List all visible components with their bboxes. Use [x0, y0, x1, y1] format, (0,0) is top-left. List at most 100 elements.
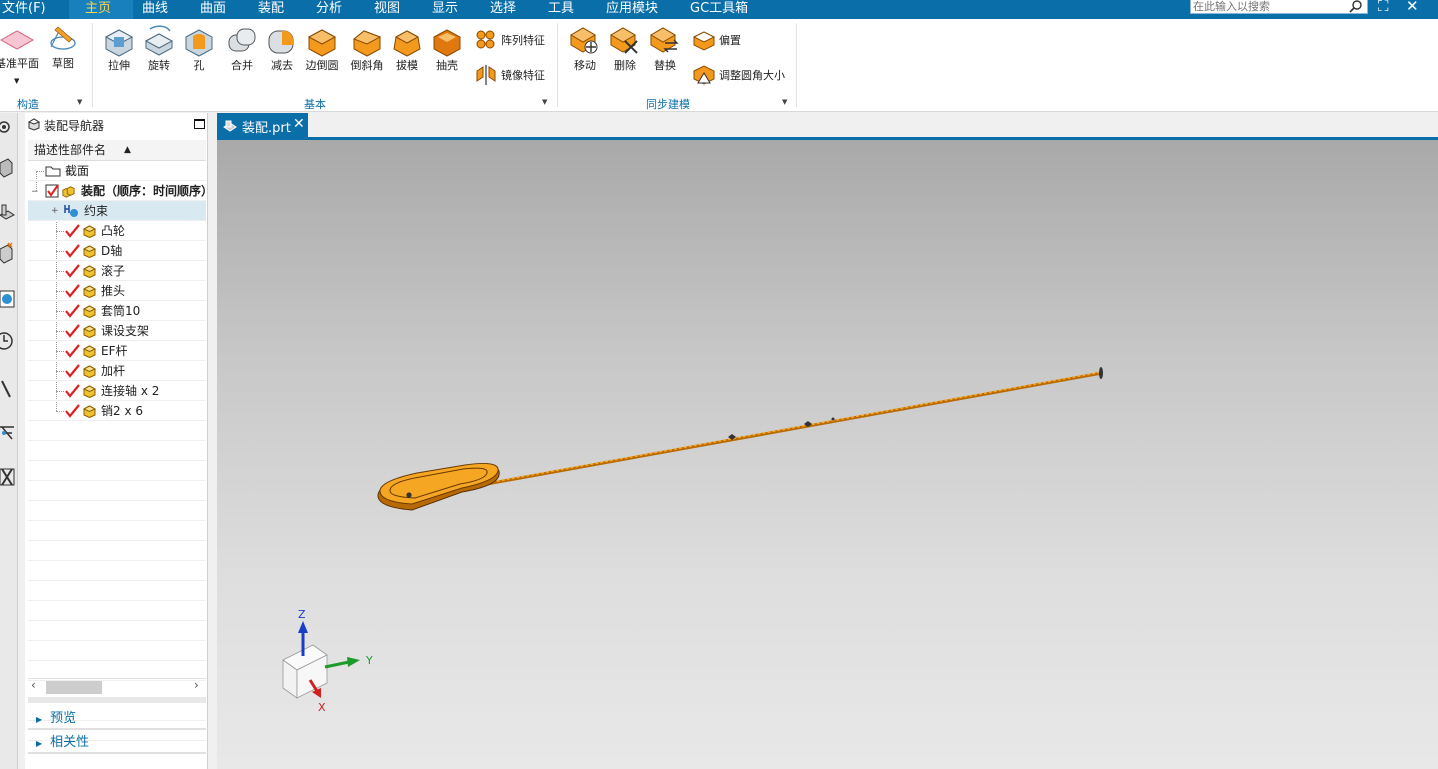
preview-panel-header[interactable]: ▶ 预览: [28, 708, 206, 730]
check-visible-icon[interactable]: [65, 304, 80, 318]
connecting-rod[interactable]: [486, 371, 1103, 486]
subtract-button[interactable]: 减去: [264, 23, 300, 73]
hole-button[interactable]: 孔: [181, 23, 217, 73]
tree-node-part[interactable]: 连接轴 x 2: [28, 381, 206, 401]
graphics-viewport[interactable]: Z Y X: [217, 140, 1438, 769]
unite-button[interactable]: 合并: [224, 23, 260, 73]
maximize-panel-icon[interactable]: [194, 119, 205, 129]
tree-guide: [56, 351, 64, 352]
replace-face-label: 替换: [654, 59, 676, 72]
check-visible-icon[interactable]: [65, 324, 80, 338]
collapse-icon[interactable]: −: [31, 187, 39, 197]
basic-group-menu-icon[interactable]: ▼: [542, 98, 547, 106]
scroll-thumb[interactable]: [46, 681, 102, 694]
datum-plane-button[interactable]: 基准平面: [0, 25, 40, 71]
part-navigator-icon[interactable]: [0, 241, 16, 265]
extrude-button[interactable]: 拉伸: [101, 23, 137, 73]
shell-button[interactable]: 抽壳: [429, 23, 465, 73]
menu-view[interactable]: 视图: [374, 0, 400, 16]
sync-group-menu-icon[interactable]: ▼: [782, 98, 787, 106]
datum-dropdown-icon[interactable]: ▼: [14, 77, 19, 85]
menu-curve[interactable]: 曲线: [142, 0, 168, 16]
orientation-triad[interactable]: Z Y X: [282, 608, 373, 714]
tools-icon[interactable]: [0, 465, 16, 489]
command-search[interactable]: [1190, 0, 1368, 14]
rod-end-pin[interactable]: [1099, 367, 1103, 379]
check-visible-icon[interactable]: [65, 384, 80, 398]
slotted-base-plate[interactable]: [377, 463, 500, 511]
web-browser-icon[interactable]: [0, 287, 16, 311]
check-visible-icon[interactable]: [65, 224, 80, 238]
move-face-button[interactable]: 移动: [566, 23, 604, 73]
chamfer-button[interactable]: 倒斜角: [347, 23, 387, 73]
tree-node-constraints[interactable]: + 约束: [28, 201, 206, 221]
tree-node-part[interactable]: D轴: [28, 241, 206, 261]
settings-icon[interactable]: [0, 115, 16, 139]
constraint-navigator-icon[interactable]: [0, 201, 16, 225]
resize-blend-button[interactable]: 调整圆角大小: [692, 63, 785, 87]
check-visible-icon[interactable]: [65, 244, 80, 258]
dependencies-panel-header[interactable]: ▶ 相关性: [28, 732, 206, 754]
history-icon[interactable]: [0, 329, 16, 353]
menu-surface[interactable]: 曲面: [200, 0, 226, 16]
offset-region-button[interactable]: 偏置: [692, 29, 741, 51]
assembly-navigator-icon[interactable]: [0, 155, 16, 179]
empty-row: [28, 641, 206, 661]
roles-icon[interactable]: [0, 419, 16, 443]
menu-applications[interactable]: 应用模块: [606, 0, 658, 16]
scroll-left-icon[interactable]: ‹: [31, 678, 36, 692]
menu-tools[interactable]: 工具: [548, 0, 574, 16]
menu-select[interactable]: 选择: [490, 0, 516, 16]
scene-canvas[interactable]: Z Y X: [217, 140, 1438, 769]
restore-icon[interactable]: ⛶: [1378, 0, 1389, 15]
tree-node-part[interactable]: 套筒10: [28, 301, 206, 321]
check-visible-icon[interactable]: [65, 364, 80, 378]
search-input[interactable]: [1191, 0, 1341, 14]
construct-group-menu-icon[interactable]: ▼: [77, 98, 82, 106]
tree-node-part[interactable]: 加杆: [28, 361, 206, 381]
menu-analysis[interactable]: 分析: [316, 0, 342, 16]
menu-file[interactable]: 文件(F): [2, 0, 46, 16]
rod-joint[interactable]: [831, 417, 835, 421]
delete-face-button[interactable]: 删除: [606, 23, 644, 73]
menu-display[interactable]: 显示: [432, 0, 458, 16]
column-header[interactable]: 描述性部件名 ▲: [28, 140, 206, 161]
tree-node-part[interactable]: 销2 x 6: [28, 401, 206, 421]
horizontal-scrollbar[interactable]: ‹ ›: [28, 678, 206, 695]
pattern-feature-button[interactable]: 阵列特征: [474, 29, 545, 51]
datum-plane-label: 基准平面: [0, 57, 39, 70]
sketch-button[interactable]: 草图: [45, 25, 81, 71]
menu-home[interactable]: 主页: [85, 0, 111, 16]
tree-node-sections[interactable]: 截面: [28, 161, 206, 181]
tree-node-root-assembly[interactable]: − 装配（顺序：时间顺序）: [28, 181, 213, 201]
check-visible-icon[interactable]: [65, 404, 80, 418]
tree-node-part[interactable]: EF杆: [28, 341, 206, 361]
edge-blend-button[interactable]: 边倒圆: [302, 23, 342, 73]
shell-label: 抽壳: [436, 59, 458, 72]
mirror-feature-button[interactable]: 镜像特征: [474, 63, 545, 87]
draft-button[interactable]: 拔模: [389, 23, 425, 73]
replace-face-button[interactable]: 替换: [646, 23, 684, 73]
column-header-label: 描述性部件名: [34, 143, 107, 157]
measure-icon[interactable]: [0, 377, 16, 401]
tree-node-part[interactable]: 推头: [28, 281, 206, 301]
search-icon[interactable]: [1349, 0, 1363, 13]
revolve-button[interactable]: 旋转: [141, 23, 177, 73]
tree-node-part[interactable]: 课设支架: [28, 321, 206, 341]
mirror-feature-icon: [476, 65, 496, 85]
check-visible-icon[interactable]: [65, 344, 80, 358]
close-window-icon[interactable]: ✕: [1406, 0, 1419, 15]
scroll-right-icon[interactable]: ›: [194, 678, 199, 692]
check-visible-icon[interactable]: [65, 284, 80, 298]
close-tab-icon[interactable]: ✕: [293, 116, 305, 132]
sort-ascending-icon[interactable]: ▲: [124, 140, 131, 161]
menu-assembly[interactable]: 装配: [258, 0, 284, 16]
check-visible-icon[interactable]: [65, 264, 80, 278]
checkbox-checked-icon[interactable]: [45, 184, 60, 198]
tree-node-part[interactable]: 凸轮: [28, 221, 206, 241]
document-tab[interactable]: 装配.prt ✕: [217, 113, 308, 139]
group-divider: [92, 23, 93, 107]
tree-node-part[interactable]: 滚子: [28, 261, 206, 281]
menu-gc-toolkit[interactable]: GC工具箱: [690, 0, 748, 16]
expand-icon[interactable]: +: [51, 206, 59, 216]
